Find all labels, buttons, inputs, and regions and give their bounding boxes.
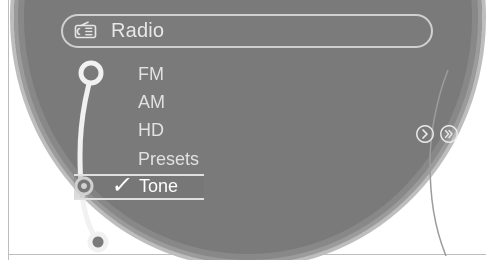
radio-screen: Radio FM AM HD Presets ✓ Tone <box>0 0 486 260</box>
right-navigation <box>415 124 463 144</box>
menu-item-am[interactable]: AM <box>138 88 165 116</box>
header-bar: Radio <box>61 14 433 48</box>
menu-item-tone[interactable]: Tone <box>139 173 178 199</box>
screen-left-edge <box>8 0 9 260</box>
right-arc <box>429 69 449 257</box>
menu-item-presets[interactable]: Presets <box>138 145 199 173</box>
chevron-right-circle-icon[interactable] <box>415 124 435 144</box>
menu-item-hd[interactable]: HD <box>138 116 164 144</box>
chevron-right-double-circle-icon[interactable] <box>439 124 459 144</box>
page-title: Radio <box>111 20 165 42</box>
menu-item-fm[interactable]: FM <box>138 60 164 88</box>
radio-icon <box>71 20 101 42</box>
checkmark-icon: ✓ <box>109 172 135 199</box>
